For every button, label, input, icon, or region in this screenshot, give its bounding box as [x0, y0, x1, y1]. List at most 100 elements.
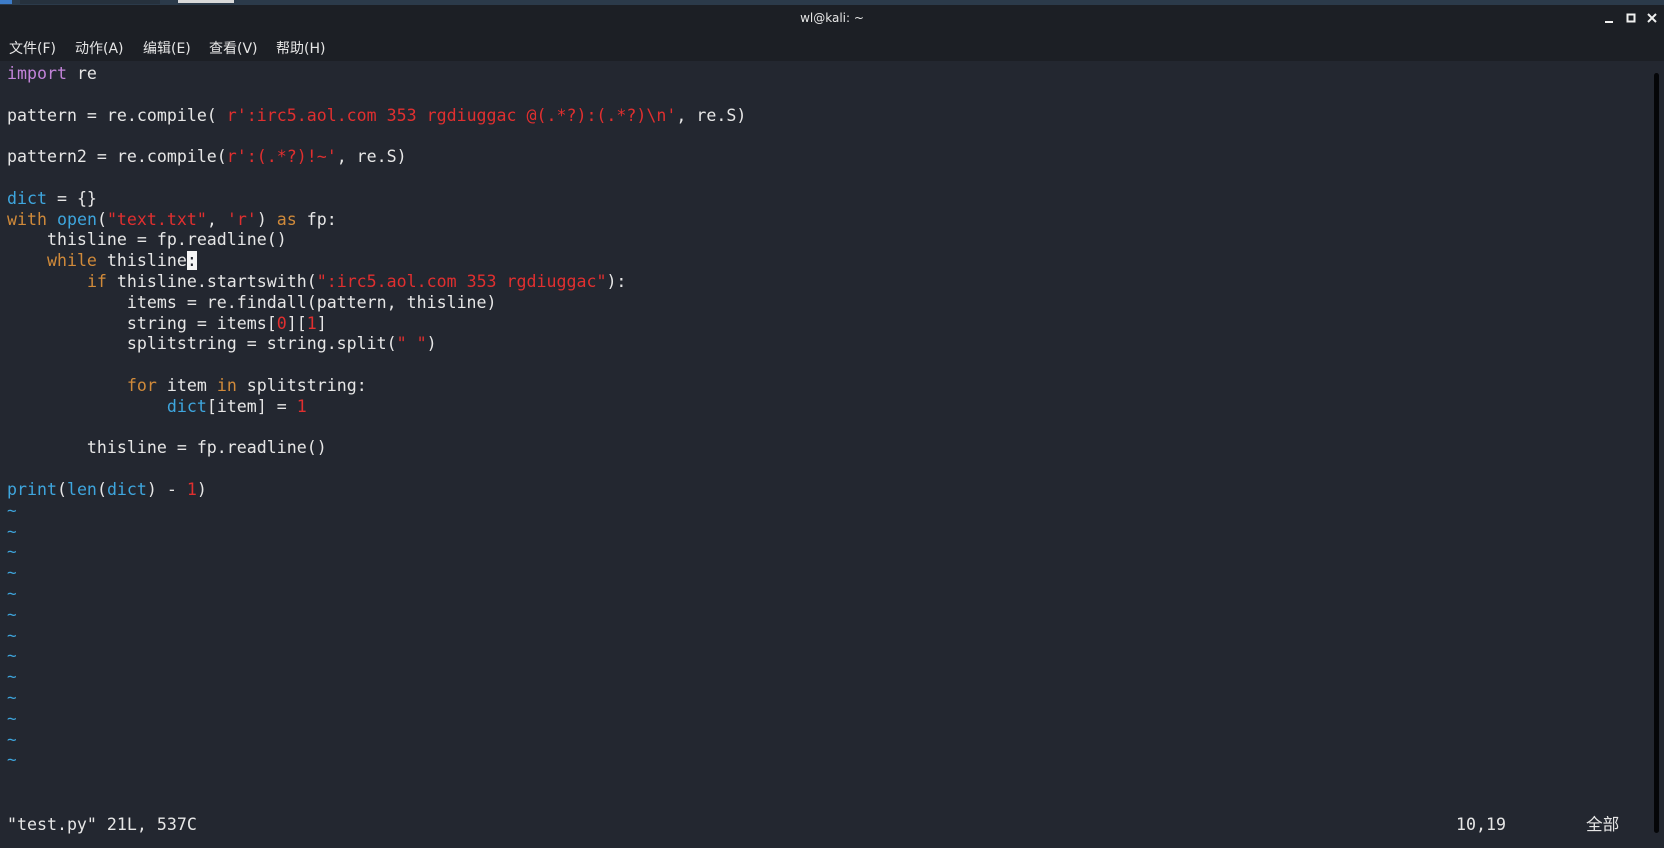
empty-line-marker: ~: [7, 667, 17, 687]
code-line: while thisline:: [7, 250, 197, 272]
code-token: , re.S): [676, 105, 747, 125]
code-token: 1: [306, 313, 317, 333]
code-token: thisline: [96, 251, 187, 271]
code-line: thisline = fp.readline(): [7, 229, 287, 251]
empty-line-marker: ~: [7, 563, 17, 583]
code-token: thisline = fp.readline(): [7, 230, 287, 250]
code-token: ][: [286, 313, 307, 333]
code-token: in: [216, 376, 237, 395]
code-token: ,: [206, 209, 227, 229]
code-token: 'r': [226, 209, 257, 229]
code-line: import re: [7, 63, 97, 85]
code-line: dict[item] = 1: [7, 396, 307, 418]
status-file-info: "test.py" 21L, 537C: [7, 815, 197, 834]
window-titlebar: wl@kali: ~: [0, 5, 1664, 33]
code-token: (: [96, 480, 107, 499]
code-token: 1: [186, 480, 197, 499]
empty-line-marker: ~: [7, 688, 17, 707]
scrollbar-thumb[interactable]: [1654, 73, 1659, 833]
code-token: ) -: [146, 480, 187, 499]
menu-view[interactable]: 查看(V): [209, 38, 258, 58]
code-token: r':(.*?)!~': [226, 147, 337, 167]
window-title: wl@kali: ~: [800, 11, 864, 25]
code-token: items = re.findall(pattern, thisline): [7, 292, 497, 312]
menu-edit[interactable]: 编辑(E): [143, 38, 191, 58]
code-line: pattern = re.compile( r':irc5.aol.com 35…: [7, 105, 746, 127]
code-token: ]: [316, 313, 327, 333]
text-cursor: :: [186, 251, 197, 271]
code-line: splitstring = string.split(" "): [7, 333, 437, 355]
status-scroll-indicator: 全部: [1586, 815, 1620, 834]
taskbar-active-segment: [178, 0, 234, 3]
status-cursor-position: 10,19: [1456, 815, 1506, 834]
code-token: " ": [396, 334, 427, 354]
empty-line-marker: ~: [7, 584, 17, 603]
minimize-icon[interactable]: [1600, 9, 1618, 27]
taskbar-segment: [0, 0, 12, 4]
code-token: open: [56, 209, 97, 229]
code-token: thisline = fp.readline(): [7, 438, 327, 458]
code-token: , re.S): [336, 147, 407, 167]
code-token: "text.txt": [106, 209, 207, 229]
code-line: string = items[0][1]: [7, 313, 327, 335]
code-token: 1: [296, 396, 307, 416]
code-token: splitstring:: [236, 376, 367, 395]
empty-line-marker: ~: [7, 729, 17, 749]
code-token: r':irc5.aol.com 353 rgdiuggac @(.*?):(.*…: [226, 105, 677, 125]
editor-area[interactable]: import re pattern = re.compile( r':irc5.a…: [0, 61, 1650, 848]
code-token: dict: [166, 396, 207, 416]
menu-action[interactable]: 动作(A): [75, 38, 124, 58]
code-token: = {}: [46, 188, 97, 208]
code-line: items = re.findall(pattern, thisline): [7, 292, 497, 314]
code-token: fp:: [296, 209, 337, 229]
close-icon[interactable]: [1643, 9, 1661, 27]
code-token: ): [256, 209, 277, 229]
taskbar-segment: [20, 0, 160, 4]
code-token: with: [7, 209, 47, 229]
empty-line-marker: ~: [7, 750, 17, 770]
code-token: ): [426, 334, 437, 354]
menubar: 文件(F) 动作(A) 编辑(E) 查看(V) 帮助(H): [0, 33, 1664, 61]
code-token: pattern = re.compile(: [7, 105, 227, 125]
menu-help[interactable]: 帮助(H): [276, 38, 325, 58]
maximize-icon[interactable]: [1622, 9, 1640, 27]
code-token: re: [66, 64, 97, 83]
empty-line-marker: ~: [7, 708, 17, 728]
code-token: splitstring = string.split(: [7, 334, 397, 354]
empty-line-marker: ~: [7, 625, 17, 645]
scrollbar[interactable]: [1650, 61, 1664, 848]
code-line: dict = {}: [7, 188, 97, 210]
code-token: dict: [7, 188, 47, 208]
code-token: ":irc5.aol.com 353 rgdiuggac": [316, 272, 607, 291]
code-token: len: [66, 480, 97, 499]
code-token: dict: [106, 480, 147, 499]
code-token: ):: [606, 272, 627, 291]
code-line: for item in splitstring:: [7, 375, 367, 397]
code-token: pattern2 = re.compile(: [7, 147, 227, 167]
empty-line-marker: ~: [7, 646, 17, 666]
code-line: print(len(dict) - 1): [7, 479, 207, 501]
code-line: if thisline.startswith(":irc5.aol.com 35…: [7, 271, 626, 293]
code-token: string = items[: [7, 313, 277, 333]
code-token: (: [96, 209, 107, 229]
empty-line-marker: ~: [7, 542, 17, 562]
code-token: import: [7, 64, 67, 83]
empty-line-marker: ~: [7, 500, 17, 520]
code-token: print: [7, 480, 57, 499]
code-token: [item] =: [206, 396, 297, 416]
code-token: for: [126, 376, 157, 395]
code-line: pattern2 = re.compile(r':(.*?)!~', re.S): [7, 146, 407, 168]
code-token: thisline.startswith(: [106, 272, 317, 291]
empty-line-marker: ~: [7, 604, 17, 624]
code-token: as: [276, 209, 297, 229]
code-token: (: [56, 480, 67, 499]
code-line: thisline = fp.readline(): [7, 437, 327, 459]
code-token: item: [156, 376, 217, 395]
menu-file[interactable]: 文件(F): [9, 38, 56, 58]
code-token: if: [86, 272, 107, 291]
